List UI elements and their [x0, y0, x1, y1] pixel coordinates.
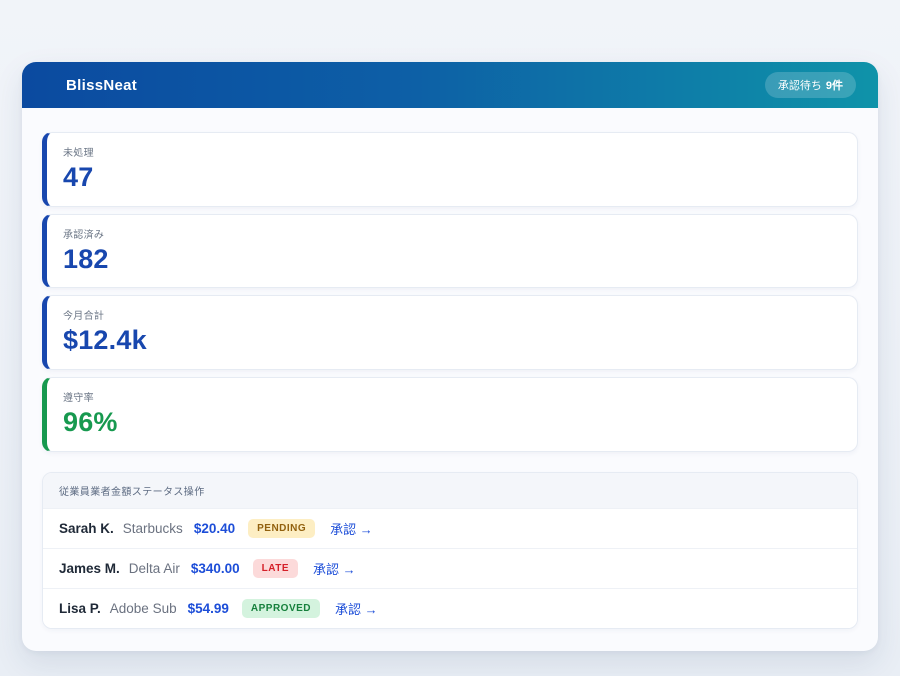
status-badge: PENDING	[248, 519, 315, 538]
pending-approvals-label: 承認待ち	[778, 77, 822, 93]
status-badge: LATE	[253, 559, 298, 578]
employee-name: James M.	[59, 561, 120, 576]
stat-value: 96%	[63, 408, 841, 438]
expenses-table: 従業員業者金額ステータス操作 Sarah K. Starbucks $20.40…	[42, 472, 858, 629]
stat-card: 遵守率 96%	[42, 377, 858, 452]
stat-value: 47	[63, 163, 841, 193]
vendor-name: Delta Air	[129, 561, 180, 576]
table-body: Sarah K. Starbucks $20.40 PENDING 承認 → J…	[43, 508, 857, 628]
stat-value: 182	[63, 245, 841, 275]
stats-section: 未処理 47 承認済み 182 今月合計 $12.4k 遵守率 96%	[42, 132, 858, 452]
stat-label: 今月合計	[63, 307, 841, 322]
stat-label: 遵守率	[63, 389, 841, 404]
employee-name: Sarah K.	[59, 521, 114, 536]
table-row: James M. Delta Air $340.00 LATE 承認 →	[43, 548, 857, 588]
app-body: 未処理 47 承認済み 182 今月合計 $12.4k 遵守率 96% 従業員業…	[22, 108, 878, 651]
stat-card: 未処理 47	[42, 132, 858, 207]
expense-amount: $20.40	[194, 521, 235, 536]
expense-amount: $340.00	[191, 561, 240, 576]
pending-approvals-count: 9件	[826, 77, 843, 93]
status-badge: APPROVED	[242, 599, 320, 618]
app-header: BlissNeat 承認待ち 9件	[22, 62, 878, 108]
stat-value: $12.4k	[63, 326, 841, 356]
vendor-name: Starbucks	[123, 521, 183, 536]
app-card: BlissNeat 承認待ち 9件 未処理 47 承認済み 182 今月合計 $…	[22, 62, 878, 651]
table-row: Sarah K. Starbucks $20.40 PENDING 承認 →	[43, 508, 857, 548]
employee-name: Lisa P.	[59, 601, 101, 616]
approve-link[interactable]: 承認 →	[313, 559, 356, 578]
vendor-name: Adobe Sub	[110, 601, 177, 616]
stat-label: 承認済み	[63, 226, 841, 241]
approve-link[interactable]: 承認 →	[335, 599, 378, 618]
approve-link[interactable]: 承認 →	[330, 519, 373, 538]
stat-label: 未処理	[63, 144, 841, 159]
stat-card: 承認済み 182	[42, 214, 858, 289]
stat-card: 今月合計 $12.4k	[42, 295, 858, 370]
pending-approvals-badge[interactable]: 承認待ち 9件	[765, 72, 856, 98]
app-title: BlissNeat	[66, 77, 137, 94]
expense-amount: $54.99	[188, 601, 229, 616]
table-header: 従業員業者金額ステータス操作	[43, 473, 857, 508]
table-row: Lisa P. Adobe Sub $54.99 APPROVED 承認 →	[43, 588, 857, 628]
